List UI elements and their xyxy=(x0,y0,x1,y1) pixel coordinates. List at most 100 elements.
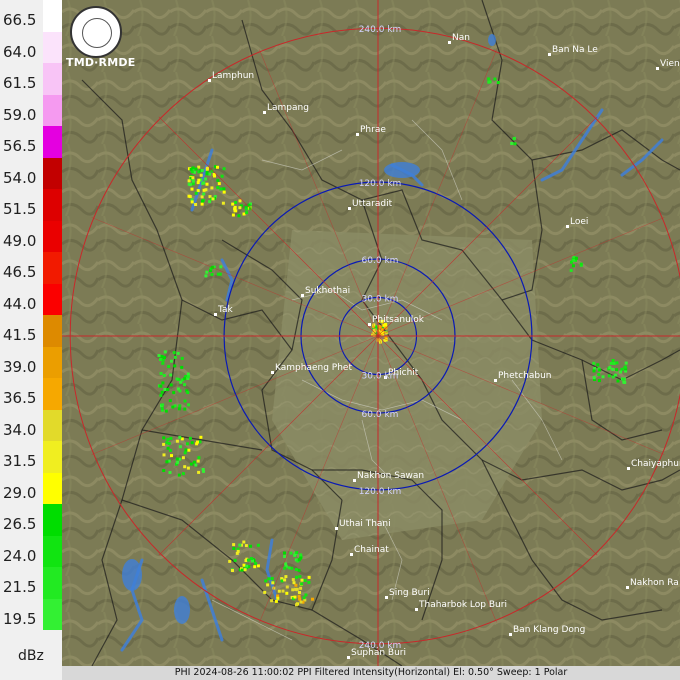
echo-cell xyxy=(609,361,613,365)
echo-cell xyxy=(186,372,190,376)
echo-cell xyxy=(183,407,187,411)
echo-cell xyxy=(281,589,285,593)
echo-cell xyxy=(195,442,199,446)
echo-cell xyxy=(202,181,206,185)
echo-cell xyxy=(219,265,223,269)
echo-cell xyxy=(615,361,619,365)
city-marker xyxy=(509,633,512,636)
reservoir xyxy=(174,596,190,624)
echo-cell xyxy=(168,448,172,452)
echo-cell xyxy=(233,205,237,209)
echo-cell xyxy=(200,169,204,172)
legend-label: 39.0 xyxy=(3,357,37,376)
range-label: 120.0 km xyxy=(359,179,402,189)
echo-cell xyxy=(196,189,200,193)
echo-cell xyxy=(183,383,186,387)
city-marker xyxy=(214,313,217,316)
echo-cell xyxy=(217,182,221,186)
echo-cell xyxy=(202,192,206,196)
echo-cell xyxy=(579,262,583,266)
city-label: Uthai Thani xyxy=(339,519,391,529)
echo-cell xyxy=(597,379,601,383)
legend-level: 26.5 xyxy=(0,504,62,536)
echo-cell xyxy=(294,587,298,591)
legend-label: 19.5 xyxy=(3,609,37,628)
echo-cell xyxy=(213,174,216,178)
echo-cell xyxy=(163,388,167,391)
echo-cell xyxy=(183,377,187,381)
legend-level: 36.5 xyxy=(0,378,62,410)
legend-swatch xyxy=(43,504,62,536)
echo-cell xyxy=(168,399,172,403)
legend-swatch xyxy=(43,0,62,32)
legend-swatch xyxy=(43,346,62,378)
echo-cell xyxy=(238,206,242,210)
echo-cell xyxy=(161,381,165,385)
legend-swatch xyxy=(43,220,62,252)
legend-level: 31.5 xyxy=(0,441,62,473)
echo-cell xyxy=(620,367,624,371)
echo-cell xyxy=(283,555,287,558)
echo-cell xyxy=(298,597,302,601)
echo-cell xyxy=(183,465,187,469)
echo-cell xyxy=(161,403,165,407)
echo-cell xyxy=(162,469,166,472)
echo-cell xyxy=(294,583,298,587)
echo-cell xyxy=(189,462,193,466)
echo-cell xyxy=(190,441,194,445)
legend-label: 34.0 xyxy=(3,420,37,439)
echo-cell xyxy=(264,579,268,583)
echo-cell xyxy=(176,351,180,355)
legend-level: 29.0 xyxy=(0,472,62,504)
city-marker xyxy=(348,207,351,210)
echo-cell xyxy=(276,596,280,600)
echo-cell xyxy=(231,569,234,572)
range-label: 120.0 km xyxy=(359,487,402,497)
echo-cell xyxy=(614,373,618,377)
legend-label: 21.5 xyxy=(3,578,37,596)
echo-cell xyxy=(216,165,219,169)
legend-swatch xyxy=(43,126,62,158)
echo-cell xyxy=(177,407,181,411)
echo-cell xyxy=(616,379,620,383)
echo-cell xyxy=(270,599,274,603)
echo-cell xyxy=(221,201,225,205)
echo-cell xyxy=(242,212,246,216)
legend-label: 29.0 xyxy=(3,483,37,502)
echo-cell xyxy=(216,186,220,190)
city-marker xyxy=(208,79,211,82)
reservoir xyxy=(384,162,420,178)
echo-cell xyxy=(270,577,274,580)
echo-cell xyxy=(159,358,162,361)
legend-label: 59.0 xyxy=(3,105,37,124)
city-label: Nakhon Sawan xyxy=(357,471,424,481)
echo-cell xyxy=(186,442,189,446)
echo-cell xyxy=(285,591,289,595)
echo-cell xyxy=(232,543,236,547)
echo-cell xyxy=(299,600,303,604)
echo-cell xyxy=(623,365,627,369)
echo-cell xyxy=(488,80,492,84)
legend-swatch xyxy=(43,94,62,126)
echo-cell xyxy=(186,466,190,470)
echo-cell xyxy=(572,258,576,262)
echo-cell xyxy=(293,595,297,599)
echo-cell xyxy=(180,365,184,369)
tmd-logo xyxy=(70,6,122,58)
echo-cell xyxy=(304,593,308,597)
echo-cell xyxy=(169,373,173,377)
city-label: Nan xyxy=(452,33,470,43)
echo-cell xyxy=(197,470,201,474)
legend-unit: dBz xyxy=(18,648,44,664)
echo-cell xyxy=(183,399,187,403)
radar-map[interactable]: Nan Ban Na Le Vien Lamphun Lampang Phrae Uttar… xyxy=(62,0,680,666)
echo-cell xyxy=(166,388,170,391)
legend-label: 56.5 xyxy=(3,137,37,155)
echo-cell xyxy=(299,553,303,557)
echo-cell xyxy=(222,167,226,171)
echo-cell xyxy=(201,468,205,471)
echo-cell xyxy=(232,547,236,550)
logo-text: TMD·RMDE xyxy=(66,56,136,69)
echo-cell xyxy=(194,167,198,171)
echo-cell xyxy=(303,579,307,582)
